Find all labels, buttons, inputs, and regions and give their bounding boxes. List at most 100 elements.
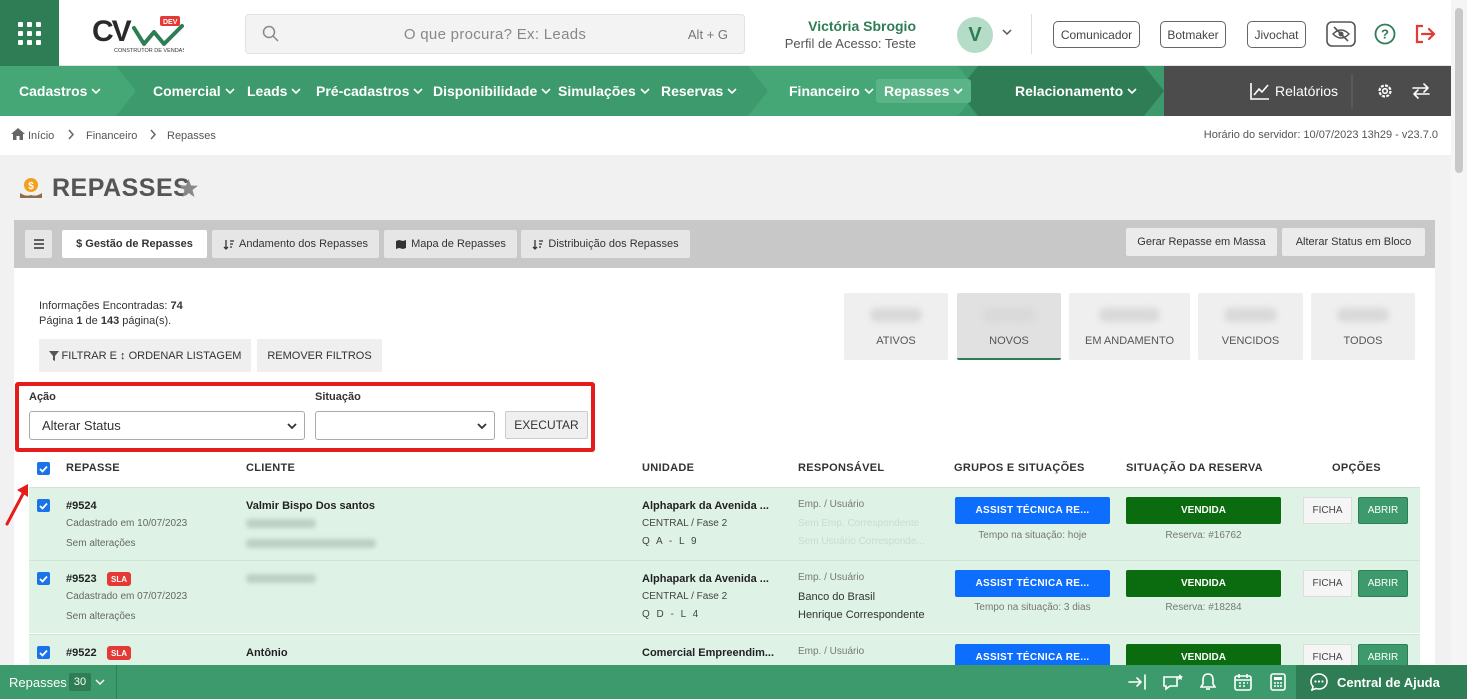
nav-financeiro[interactable]: Financeiro	[789, 66, 874, 116]
nav-relatorios[interactable]: Relatórios	[1250, 66, 1338, 116]
breadcrumb-financeiro[interactable]: Financeiro	[86, 130, 137, 142]
status-card-ativos[interactable]: ATIVOS	[844, 293, 948, 360]
nav-reservas[interactable]: Reservas	[661, 66, 737, 116]
repasse-id[interactable]: #9522	[66, 647, 97, 659]
reserva-link[interactable]: Reserva: #16762	[1126, 530, 1281, 541]
nav-disponibilidade[interactable]: Disponibilidade	[433, 66, 551, 116]
nav-leads[interactable]: Leads	[247, 66, 302, 116]
bell-icon[interactable]	[1200, 673, 1216, 691]
collapse-right-icon[interactable]	[1128, 673, 1148, 691]
status-card-em-andamento[interactable]: EM ANDAMENTO	[1069, 293, 1190, 360]
apps-menu-button[interactable]	[0, 0, 59, 66]
ficha-button[interactable]: FICHA	[1303, 497, 1352, 524]
help-center-button[interactable]: Central de Ajuda	[1296, 665, 1467, 699]
chevron-down-icon	[953, 88, 963, 95]
remove-filters-button[interactable]: REMOVER FILTROS	[257, 339, 382, 372]
acao-label: Ação	[29, 391, 56, 403]
group-status-button[interactable]: ASSIST TÉCNICA RE...	[955, 570, 1110, 597]
logout-button[interactable]	[1409, 19, 1441, 49]
filter-order-button[interactable]: FILTRAR E ↕ ORDENAR LISTAGEM	[39, 339, 251, 372]
nav-label: Leads	[247, 83, 288, 99]
row-checkbox[interactable]	[37, 499, 50, 512]
nav-label: Cadastros	[19, 83, 88, 99]
header-responsavel[interactable]: RESPONSÁVEL	[798, 462, 884, 474]
execute-button[interactable]: EXECUTAR	[505, 411, 588, 439]
nav-cadastros[interactable]: Cadastros	[19, 66, 102, 116]
ficha-button[interactable]: FICHA	[1303, 644, 1352, 665]
unit-code: Q D - L 4	[642, 609, 701, 620]
footer-count-badge[interactable]: 30	[69, 673, 91, 691]
nav-repasses[interactable]: Repasses	[876, 79, 972, 103]
table-row[interactable]: #9524 Cadastrado em 10/07/2023 Sem alter…	[29, 487, 1420, 560]
sort-icon	[532, 239, 544, 250]
user-info[interactable]: Victória Sbrogio Perfil de Acesso: Teste	[785, 18, 916, 51]
alterar-status-bloco-button[interactable]: Alterar Status em Bloco	[1282, 228, 1425, 256]
top-bar: CV DEV CONSTRUTOR DE VENDAS O que procur…	[0, 0, 1451, 66]
abrir-button[interactable]: ABRIR	[1358, 497, 1408, 524]
settings-button[interactable]	[1372, 66, 1394, 116]
chevron-down-icon	[91, 88, 102, 95]
chat-star-icon[interactable]	[1162, 673, 1184, 691]
tab-mapa-repasses[interactable]: Mapa de Repasses	[384, 230, 517, 258]
search-input[interactable]: O que procura? Ex: Leads Alt + G	[245, 14, 745, 54]
reserva-status-button[interactable]: VENDIDA	[1126, 644, 1281, 665]
scrollbar-thumb[interactable]	[1455, 8, 1463, 173]
acao-select[interactable]: Alterar Status	[29, 411, 305, 440]
jivochat-button[interactable]: Jivochat	[1247, 21, 1306, 48]
star-icon[interactable]	[178, 178, 199, 198]
nav-relacionamento[interactable]: Relacionamento	[1015, 66, 1137, 116]
situacao-select[interactable]	[315, 411, 495, 440]
repasse-id[interactable]: #9523	[66, 573, 97, 585]
chevron-down-icon[interactable]	[1001, 26, 1013, 38]
status-card-todos[interactable]: TODOS	[1311, 293, 1415, 360]
chevron-down-icon	[413, 88, 423, 95]
logout-icon	[1415, 24, 1436, 44]
reserva-status-button[interactable]: VENDIDA	[1126, 570, 1281, 597]
abrir-button[interactable]: ABRIR	[1358, 570, 1408, 597]
calendar-icon[interactable]	[1234, 673, 1252, 691]
tab-andamento-repasses[interactable]: Andamento dos Repasses	[212, 230, 379, 258]
abrir-button[interactable]: ABRIR	[1358, 644, 1408, 665]
page-scrollbar[interactable]	[1451, 0, 1467, 665]
calculator-icon[interactable]	[1270, 673, 1286, 691]
user-profile: Perfil de Acesso: Teste	[784, 36, 916, 51]
reserva-status-button[interactable]: VENDIDA	[1126, 497, 1281, 524]
repasse-id[interactable]: #9524	[66, 500, 97, 512]
group-time: Tempo na situação: hoje	[978, 530, 1087, 541]
gerar-repasse-massa-button[interactable]: Gerar Repasse em Massa	[1126, 228, 1277, 256]
menu-toggle-button[interactable]	[25, 230, 52, 258]
row-checkbox[interactable]	[37, 572, 50, 585]
nav-pre-cadastros[interactable]: Pré-cadastros	[316, 66, 423, 116]
header-repasse[interactable]: REPASSE	[66, 462, 120, 474]
comunicador-button[interactable]: Comunicador	[1053, 21, 1140, 48]
header-cliente[interactable]: CLIENTE	[246, 462, 295, 474]
chevron-down-icon[interactable]	[95, 678, 105, 686]
logo[interactable]: CV DEV CONSTRUTOR DE VENDAS	[92, 14, 186, 54]
header-unidade[interactable]: UNIDADE	[642, 462, 694, 474]
help-button[interactable]: ?	[1369, 19, 1401, 49]
table-row[interactable]: #9523 SLA Cadastrado em 07/07/2023 Sem a…	[29, 560, 1420, 633]
tab-distribuicao-repasses[interactable]: Distribuição dos Repasses	[521, 230, 690, 258]
tab-gestao-repasses[interactable]: $ Gestão de Repasses	[62, 230, 207, 258]
breadcrumb-home[interactable]: Início	[28, 130, 54, 142]
status-card-vencidos[interactable]: VENCIDOS	[1198, 293, 1303, 360]
switch-button[interactable]	[1408, 66, 1430, 116]
handshake-icon: $	[20, 178, 42, 198]
nav-comercial[interactable]: Comercial	[153, 66, 235, 116]
group-status-button[interactable]: ASSIST TÉCNICA RE...	[955, 497, 1110, 524]
ficha-button[interactable]: FICHA	[1303, 570, 1352, 597]
row-checkbox[interactable]	[37, 646, 50, 659]
status-card-novos[interactable]: NOVOS	[957, 293, 1061, 360]
nav-simulacoes[interactable]: Simulações	[558, 66, 650, 116]
eye-off-button[interactable]	[1325, 19, 1357, 49]
reserva-link[interactable]: Reserva: #18284	[1126, 602, 1281, 613]
avatar[interactable]: V	[957, 17, 993, 53]
group-status-button[interactable]: ASSIST TÉCNICA RE...	[955, 644, 1110, 665]
header-situacao-reserva[interactable]: SITUAÇÃO DA RESERVA	[1126, 462, 1263, 474]
breadcrumb: Início Financeiro Repasses Horário do se…	[0, 116, 1451, 155]
found-line: Informações Encontradas: 74	[39, 299, 183, 314]
select-all-checkbox[interactable]	[37, 462, 50, 475]
header-grupos-situacoes[interactable]: GRUPOS E SITUAÇÕES	[954, 462, 1085, 474]
table-row[interactable]: #9522 SLA Antônio Comercial Empreendim..…	[29, 634, 1420, 665]
botmaker-button[interactable]: Botmaker	[1160, 21, 1226, 48]
